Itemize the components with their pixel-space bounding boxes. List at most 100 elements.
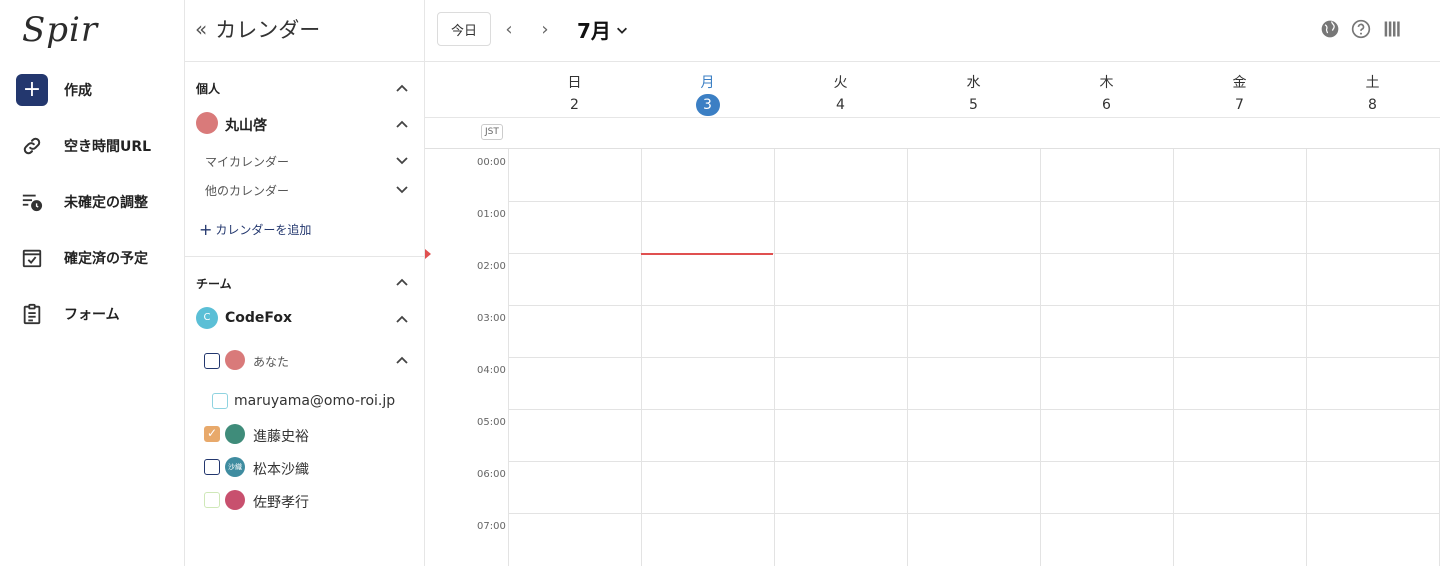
- grid-line: [508, 357, 1440, 358]
- calendar-panel-title-text: カレンダー: [215, 18, 321, 42]
- day-date: 8: [1368, 97, 1377, 113]
- member-checkbox[interactable]: [204, 459, 220, 475]
- add-calendar-label: カレンダーを追加: [215, 223, 312, 237]
- current-time-line: [641, 253, 773, 255]
- day-name: 水: [966, 75, 981, 91]
- other-calendars-label[interactable]: 他のカレンダー: [205, 182, 289, 199]
- grid-line: [508, 513, 1440, 514]
- timezone-badge[interactable]: JST: [481, 124, 503, 140]
- chevron-down-icon[interactable]: [394, 181, 410, 197]
- you-checkbox[interactable]: [204, 353, 220, 369]
- time-label: 02:00: [477, 261, 506, 272]
- week-grid[interactable]: [508, 149, 1440, 566]
- chevron-up-icon[interactable]: [394, 311, 410, 327]
- time-label: 06:00: [477, 469, 506, 480]
- chevron-up-icon[interactable]: [394, 352, 410, 368]
- month-selector[interactable]: 7月: [577, 15, 629, 44]
- chevron-down-icon[interactable]: [394, 152, 410, 168]
- day-date: 5: [969, 97, 978, 113]
- divider: [425, 117, 1440, 118]
- day-header[interactable]: 土 8: [1306, 62, 1439, 118]
- day-name: 金: [1232, 75, 1247, 91]
- grid-line: [508, 461, 1440, 462]
- nav-create-label: 作成: [64, 83, 92, 99]
- day-name: 月: [700, 75, 715, 91]
- collapse-panel-icon[interactable]: «: [195, 17, 207, 41]
- day-date: 3: [695, 94, 720, 116]
- member-checkbox[interactable]: [212, 393, 228, 409]
- chevron-up-icon[interactable]: [394, 80, 410, 96]
- grid-line: [508, 201, 1440, 202]
- member-checkbox[interactable]: [204, 492, 220, 508]
- my-calendars-label[interactable]: マイカレンダー: [205, 153, 289, 170]
- time-label: 03:00: [477, 313, 506, 324]
- month-label: 7月: [577, 19, 611, 43]
- calendar-panel: « カレンダー 個人 丸山啓 マイカレンダー 他のカレンダー + カレンダーを追…: [185, 0, 425, 566]
- time-label: 07:00: [477, 521, 506, 532]
- team-name: CodeFox: [225, 310, 293, 326]
- team-section-label: チーム: [196, 277, 232, 291]
- chevron-up-icon[interactable]: [394, 274, 410, 290]
- chevron-up-icon[interactable]: [394, 116, 410, 132]
- add-calendar-link[interactable]: + カレンダーを追加: [199, 220, 311, 239]
- day-name: 火: [833, 75, 848, 91]
- app-logo[interactable]: Spir: [22, 10, 98, 50]
- app: Spir + 作成 空き時間URL 未確定の調整 確定済の予定 フォーム « カ…: [0, 0, 1440, 566]
- day-header-today[interactable]: 月 3: [641, 62, 774, 118]
- avatar: [225, 424, 245, 444]
- time-label: 01:00: [477, 209, 506, 220]
- day-header[interactable]: 水 5: [907, 62, 1040, 118]
- member-name: maruyama@omo-roi.jp: [234, 393, 396, 409]
- nav-create[interactable]: + 作成: [0, 68, 185, 112]
- day-header[interactable]: 木 6: [1040, 62, 1173, 118]
- nav-form[interactable]: フォーム: [0, 292, 185, 336]
- time-label: 05:00: [477, 417, 506, 428]
- user-name: 丸山啓: [225, 118, 267, 134]
- barcode-icon[interactable]: [1383, 19, 1403, 39]
- avatar: [196, 112, 218, 134]
- personal-section-label: 個人: [196, 82, 221, 96]
- day-name: 土: [1365, 75, 1380, 91]
- grid-line: [508, 305, 1440, 306]
- nav-available-time-url-label: 空き時間URL: [64, 139, 152, 155]
- day-header[interactable]: 金 7: [1173, 62, 1306, 118]
- calendar-panel-title: « カレンダー: [195, 14, 320, 44]
- grid-line: [508, 409, 1440, 410]
- nav-confirmed[interactable]: 確定済の予定: [0, 236, 185, 280]
- pending-list-icon: [16, 186, 48, 218]
- chevron-down-icon: [616, 27, 627, 34]
- today-button[interactable]: 今日: [437, 12, 491, 46]
- time-label: 00:00: [477, 157, 506, 168]
- day-name: 木: [1099, 75, 1114, 91]
- calendar-toolbar: 今日 ‹ › 7月: [425, 0, 1440, 62]
- nav-confirmed-label: 確定済の予定: [64, 251, 148, 267]
- member-name: 進藤史裕: [253, 429, 309, 445]
- member-checkbox[interactable]: ✓: [204, 426, 220, 442]
- calendar-panel-header: « カレンダー: [185, 0, 425, 62]
- nav-pending-label: 未確定の調整: [64, 195, 148, 211]
- left-nav: Spir + 作成 空き時間URL 未確定の調整 確定済の予定 フォーム: [0, 0, 185, 566]
- day-date: 4: [836, 97, 845, 113]
- link-icon: [16, 130, 48, 162]
- day-header[interactable]: 日 2: [508, 62, 641, 118]
- divider: [185, 256, 425, 257]
- plus-icon: +: [199, 220, 213, 239]
- nav-pending[interactable]: 未確定の調整: [0, 180, 185, 224]
- day-date: 2: [570, 97, 579, 113]
- help-icon[interactable]: [1351, 19, 1371, 39]
- clipboard-icon: [16, 298, 48, 330]
- nav-form-label: フォーム: [64, 307, 120, 323]
- nav-available-time-url[interactable]: 空き時間URL: [0, 124, 185, 168]
- chevron-left-icon[interactable]: ‹: [499, 18, 519, 40]
- avatar: [225, 350, 245, 370]
- globe-icon[interactable]: [1320, 19, 1340, 39]
- day-header[interactable]: 火 4: [774, 62, 907, 118]
- team-avatar: C: [196, 307, 218, 329]
- plus-icon: +: [16, 74, 48, 106]
- member-name: 松本沙織: [253, 462, 309, 478]
- avatar: 沙織: [225, 457, 245, 477]
- chevron-right-icon[interactable]: ›: [535, 18, 555, 40]
- current-time-marker: [425, 249, 431, 259]
- you-label: あなた: [253, 355, 290, 369]
- avatar: [225, 490, 245, 510]
